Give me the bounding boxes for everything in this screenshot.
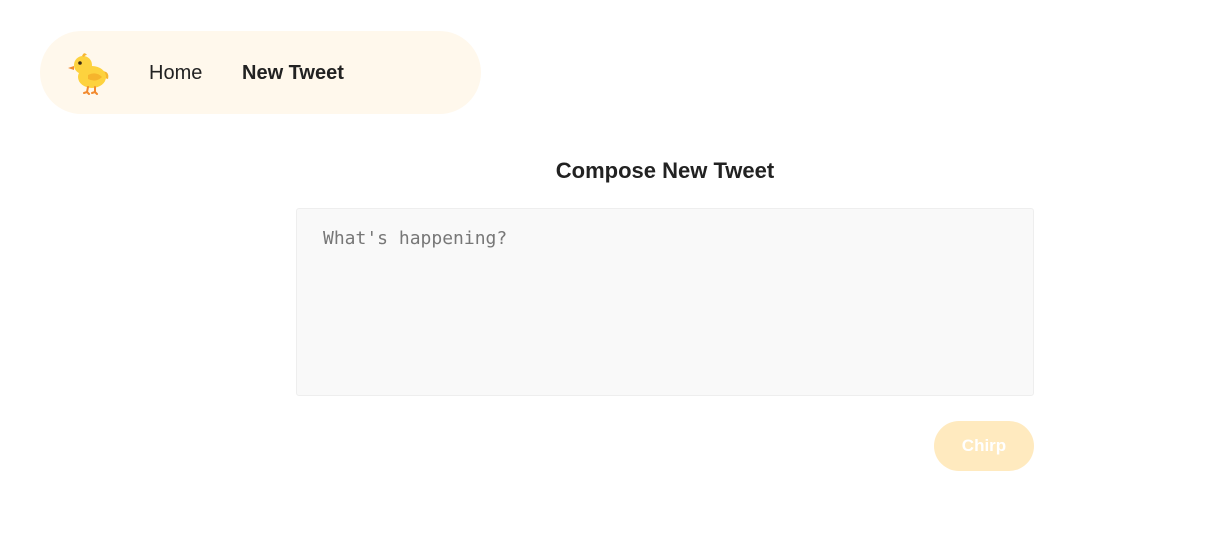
chirp-button[interactable]: Chirp [934, 421, 1034, 471]
page-title: Compose New Tweet [555, 158, 775, 183]
top-nav: Home New Tweet [40, 31, 481, 114]
nav-link-new-tweet[interactable]: New Tweet [242, 61, 344, 85]
tweet-textarea[interactable] [296, 208, 1034, 396]
baby-chick-icon[interactable] [66, 49, 112, 95]
nav-link-home[interactable]: Home [149, 61, 202, 85]
